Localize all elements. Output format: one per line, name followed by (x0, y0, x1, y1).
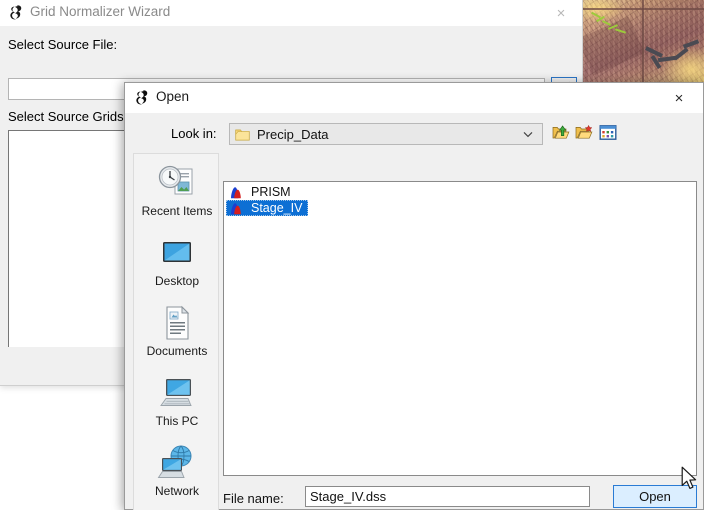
place-this-pc[interactable]: This PC (134, 370, 220, 436)
up-one-level-button[interactable] (550, 121, 572, 143)
place-recent-items[interactable]: Recent Items (134, 160, 220, 226)
open-dialog-title-bar[interactable]: Open × (125, 83, 703, 113)
look-in-value: Precip_Data (257, 126, 329, 142)
view-menu-button[interactable] (597, 121, 619, 143)
select-source-grids-label: Select Source Grids: (8, 109, 128, 124)
select-source-file-label: Select Source File: (8, 37, 118, 52)
wizard-title: Grid Normalizer Wizard (30, 4, 171, 19)
dss-file-icon (230, 186, 245, 199)
look-in-label: Look in: (171, 126, 217, 141)
list-item[interactable]: PRISM (226, 184, 308, 200)
chevron-down-icon[interactable] (521, 127, 535, 141)
look-in-combobox[interactable]: Precip_Data (229, 123, 543, 145)
file-list[interactable]: PRISM Stage_IV (223, 181, 697, 476)
place-label: Recent Items (141, 204, 213, 218)
hurricane-icon (134, 89, 152, 107)
terrain-map-backdrop (583, 0, 704, 82)
place-desktop[interactable]: Desktop (134, 230, 220, 296)
hurricane-icon (8, 4, 26, 22)
file-name: Stage_IV (251, 201, 303, 215)
up-one-level-icon (552, 124, 570, 141)
map-gridline-vertical (642, 0, 644, 82)
view-menu-icon (599, 124, 617, 141)
place-documents[interactable]: Documents (134, 300, 220, 366)
recent-items-icon (155, 164, 199, 202)
network-icon (155, 444, 199, 482)
file-name-input[interactable]: Stage_IV.dss (305, 486, 590, 507)
documents-icon (155, 304, 199, 342)
dss-file-icon (230, 202, 245, 215)
place-network[interactable]: Network (134, 440, 220, 506)
open-dialog-body: Look in: Precip_Data Recent Items Deskto… (125, 113, 703, 510)
place-label: Desktop (154, 274, 200, 288)
open-button[interactable]: Open (613, 485, 697, 508)
this-pc-icon (155, 374, 199, 412)
screen: Grid Normalizer Wizard × Select Source F… (0, 0, 704, 510)
file-name-label: File name: (223, 491, 284, 506)
folder-icon (235, 128, 250, 141)
desktop-icon (155, 234, 199, 272)
close-icon[interactable]: × (546, 2, 576, 24)
place-label: Documents (146, 344, 208, 358)
close-icon[interactable]: × (659, 86, 699, 110)
places-bar: Recent Items Desktop Documents This PC N… (133, 153, 219, 510)
create-new-folder-button[interactable] (573, 121, 595, 143)
wizard-title-bar[interactable]: Grid Normalizer Wizard × (0, 0, 582, 26)
list-item[interactable]: Stage_IV (226, 200, 308, 216)
file-name: PRISM (251, 185, 291, 199)
open-dialog-title: Open (156, 89, 190, 104)
open-file-dialog[interactable]: Open × Look in: Precip_Data Recent Items… (124, 82, 704, 510)
place-label: This PC (155, 414, 199, 428)
map-highlight (583, 0, 625, 22)
place-label: Network (154, 484, 199, 498)
create-new-folder-icon (575, 124, 593, 141)
